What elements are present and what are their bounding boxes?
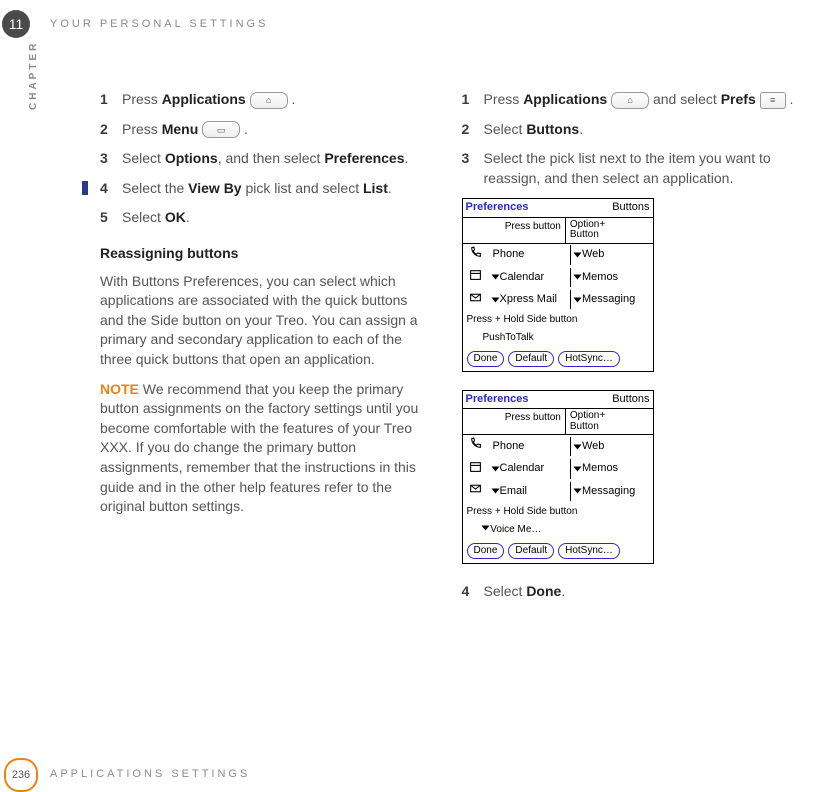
prefs-row: Calendar Memos: [463, 458, 653, 480]
step-marker: [82, 181, 88, 195]
step-body: Select OK.: [122, 208, 434, 228]
prefs-title: Preferences: [466, 392, 529, 407]
section-heading: Reassigning buttons: [100, 244, 434, 264]
step-number: 1: [100, 90, 122, 110]
step-1: 1 Press Applications ⌂ .: [100, 90, 434, 110]
note-paragraph: NOTE We recommend that you keep the prim…: [100, 380, 434, 517]
step-number: 4: [462, 582, 484, 602]
side-button-label: Press + Hold Side button: [463, 503, 653, 521]
content-area: 1 Press Applications ⌂ . 2 Press Menu ▭ …: [100, 90, 795, 712]
hotsync-button: HotSync…: [558, 351, 620, 367]
dropdown-icon: [574, 489, 582, 494]
col-press-button: Press button: [463, 409, 566, 434]
step-number: 1: [462, 90, 484, 110]
side-button-value: PushToTalk: [463, 329, 653, 347]
step-1: 1 Press Applications ⌂ and select Prefs …: [462, 90, 796, 110]
default-button: Default: [508, 351, 554, 367]
prefs-row: Email Messaging: [463, 480, 653, 502]
dropdown-icon: [574, 252, 582, 257]
dropdown-icon: [481, 525, 489, 530]
step-4: 4 Select the View By pick list and selec…: [100, 179, 434, 199]
prefs-header-row: Press button Option+ Button: [463, 408, 653, 435]
prefs-category: Buttons: [612, 392, 649, 407]
prefs-row: Calendar Memos: [463, 266, 653, 288]
right-column: 1 Press Applications ⌂ and select Prefs …: [462, 90, 796, 712]
side-button-label: Press + Hold Side button: [463, 311, 653, 329]
prefs-row: Xpress Mail Messaging: [463, 289, 653, 311]
dropdown-icon: [491, 297, 499, 302]
step-body: Select Buttons.: [484, 120, 796, 140]
paragraph: With Buttons Preferences, you can select…: [100, 272, 434, 370]
mail-icon: [463, 289, 489, 311]
prefs-titlebar: Preferences Buttons: [463, 199, 653, 216]
step-2: 2 Press Menu ▭ .: [100, 120, 434, 140]
prefs-titlebar: Preferences Buttons: [463, 391, 653, 408]
footer-title: APPLICATIONS SETTINGS: [50, 768, 250, 780]
col-option-button: Option+ Button: [566, 409, 653, 434]
step-number: 2: [100, 120, 122, 140]
step-3: 3 Select the pick list next to the item …: [462, 149, 796, 188]
dropdown-icon: [574, 297, 582, 302]
col-press-button: Press button: [463, 218, 566, 243]
menu-key-icon: ▭: [202, 121, 240, 138]
step-body: Press Menu ▭ .: [122, 120, 434, 140]
prefs-category: Buttons: [612, 200, 649, 215]
calendar-icon: [463, 266, 489, 288]
prefs-button-row: Done Default HotSync…: [463, 539, 653, 563]
step-body: Select the View By pick list and select …: [122, 179, 434, 199]
prefs-title: Preferences: [466, 200, 529, 215]
done-button: Done: [467, 543, 505, 559]
step-3: 3 Select Options, and then select Prefer…: [100, 149, 434, 169]
prefs-header-row: Press button Option+ Button: [463, 217, 653, 244]
default-button: Default: [508, 543, 554, 559]
hotsync-button: HotSync…: [558, 543, 620, 559]
step-2: 2 Select Buttons.: [462, 120, 796, 140]
preferences-screenshot-1: Preferences Buttons Press button Option+…: [462, 198, 654, 372]
step-5: 5 Select OK.: [100, 208, 434, 228]
step-number: 5: [100, 208, 122, 228]
prefs-row: Phone Web: [463, 244, 653, 266]
step-number: 2: [462, 120, 484, 140]
step-body: Select Options, and then select Preferen…: [122, 149, 434, 169]
prefs-button-row: Done Default HotSync…: [463, 347, 653, 371]
chapter-number: 11: [9, 16, 24, 32]
step-4: 4 Select Done.: [462, 582, 796, 602]
phone-icon: [463, 435, 489, 457]
mail-icon: [463, 480, 489, 502]
phone-icon: [463, 244, 489, 266]
step-body: Select the pick list next to the item yo…: [484, 149, 796, 188]
step-number: 4: [100, 179, 122, 199]
prefs-row: Phone Web: [463, 435, 653, 457]
dropdown-icon: [574, 466, 582, 471]
dropdown-icon: [574, 275, 582, 280]
home-key-icon: ⌂: [250, 92, 288, 109]
step-body: Press Applications ⌂ and select Prefs ≡ …: [484, 90, 796, 110]
done-button: Done: [467, 351, 505, 367]
note-label: NOTE: [100, 381, 139, 397]
dropdown-icon: [491, 466, 499, 471]
calendar-icon: [463, 458, 489, 480]
dropdown-icon: [574, 444, 582, 449]
prefs-icon: ≡: [760, 92, 786, 109]
step-number: 3: [100, 149, 122, 169]
page-number-badge: 236: [4, 758, 38, 792]
page-number: 236: [12, 769, 30, 781]
home-key-icon: ⌂: [611, 92, 649, 109]
step-number: 3: [462, 149, 484, 188]
col-option-button: Option+ Button: [566, 218, 653, 243]
header-title: YOUR PERSONAL SETTINGS: [50, 18, 268, 30]
chapter-badge: 11: [2, 10, 30, 38]
chapter-label-vertical: CHAPTER: [28, 41, 39, 110]
dropdown-icon: [491, 489, 499, 494]
step-body: Press Applications ⌂ .: [122, 90, 434, 110]
preferences-screenshot-2: Preferences Buttons Press button Option+…: [462, 390, 654, 564]
side-button-value: Voice Me…: [463, 521, 653, 539]
left-column: 1 Press Applications ⌂ . 2 Press Menu ▭ …: [100, 90, 434, 712]
step-body: Select Done.: [484, 582, 796, 602]
dropdown-icon: [491, 275, 499, 280]
